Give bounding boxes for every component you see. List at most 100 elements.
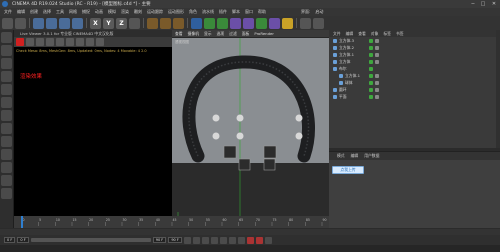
scale-icon[interactable]	[59, 17, 70, 29]
play-icon[interactable]	[210, 236, 218, 244]
tab-edit[interactable]: 编辑	[351, 153, 359, 159]
om-menu-tags[interactable]: 标签	[383, 31, 391, 37]
playhead[interactable]	[21, 216, 23, 228]
visibility-check-icon[interactable]	[369, 66, 373, 71]
stop-icon[interactable]	[36, 38, 44, 46]
minimize-button[interactable]: −	[468, 0, 478, 8]
channel-icon[interactable]	[86, 38, 94, 46]
frame-range-slider[interactable]	[30, 238, 151, 242]
list-item[interactable]: 立方体	[329, 58, 500, 65]
menu-file[interactable]: 文件	[4, 9, 12, 15]
tab-user-data[interactable]: 用户数据	[364, 153, 379, 159]
start-frame-field[interactable]: 0 F	[4, 237, 16, 243]
menu-mograph[interactable]: 运动图形	[168, 9, 184, 15]
visibility-check-icon[interactable]	[369, 73, 373, 78]
polygons-mode-icon[interactable]	[1, 110, 12, 121]
camera-icon[interactable]	[269, 17, 280, 29]
settings-icon[interactable]	[76, 38, 84, 46]
display-mode-icon[interactable]	[300, 17, 311, 29]
menu-create[interactable]: 创建	[30, 9, 38, 15]
points-mode-icon[interactable]	[1, 84, 12, 95]
visibility-check-icon[interactable]	[369, 38, 373, 43]
prev-key-icon[interactable]	[192, 236, 200, 244]
magnet-icon[interactable]	[1, 188, 12, 199]
list-item[interactable]: 圆环	[329, 86, 500, 93]
go-to-start-icon[interactable]	[183, 236, 191, 244]
viewport-menu-filter[interactable]: 过滤	[229, 31, 237, 37]
menu-plugins[interactable]: 插件	[219, 9, 227, 15]
nurbs-icon[interactable]	[217, 17, 228, 29]
redo-icon[interactable]	[15, 17, 26, 29]
rotate-icon[interactable]	[72, 17, 83, 29]
menu-script[interactable]: 脚本	[232, 9, 240, 15]
menu-simulate[interactable]: 模拟	[108, 9, 116, 15]
close-button[interactable]: ✕	[489, 0, 499, 8]
menu-snap[interactable]: 捕捉	[82, 9, 90, 15]
z-axis-button[interactable]: Z	[116, 17, 127, 29]
visibility-check-icon[interactable]	[369, 94, 373, 99]
material-tag-icon[interactable]	[375, 59, 379, 64]
lock-icon[interactable]	[56, 38, 64, 46]
max-frame-field[interactable]: 90 F	[168, 237, 182, 243]
list-item[interactable]: 立方体.2	[329, 44, 500, 51]
timeline[interactable]: 0 5 10 15 20 25 30 35 40 45 50 55 60 65 70 75 80 85 90	[14, 216, 329, 228]
render-picture-viewer-icon[interactable]	[160, 17, 171, 29]
menu-edit[interactable]: 编辑	[17, 9, 25, 15]
menu-tools[interactable]: 工具	[56, 9, 64, 15]
list-item[interactable]: 平面	[329, 93, 500, 100]
sculpt-icon[interactable]	[313, 17, 324, 29]
snap-icon[interactable]	[1, 149, 12, 160]
menu-render[interactable]: 渲染	[121, 9, 129, 15]
object-manager-scrollbar[interactable]	[496, 30, 500, 148]
y-axis-button[interactable]: Y	[103, 17, 114, 29]
spline-pen-icon[interactable]	[204, 17, 215, 29]
array-icon[interactable]	[230, 17, 241, 29]
material-tag-icon[interactable]	[375, 52, 379, 57]
visibility-check-icon[interactable]	[369, 80, 373, 85]
start-render-icon[interactable]	[16, 38, 24, 46]
material-tag-icon[interactable]	[375, 38, 379, 43]
menu-layout-startup[interactable]: 启动	[315, 9, 323, 15]
list-item[interactable]: 布尔	[329, 65, 500, 72]
material-tag-icon[interactable]	[375, 80, 379, 85]
om-menu-view[interactable]: 查看	[358, 31, 366, 37]
axis-mode-icon[interactable]	[1, 123, 12, 134]
region-icon[interactable]	[46, 38, 54, 46]
perspective-viewport[interactable]: 透视视图 网格间距：1000 cm	[172, 38, 329, 228]
om-menu-edit[interactable]: 编辑	[346, 31, 354, 37]
menu-help[interactable]: 帮助	[258, 9, 266, 15]
floor-icon[interactable]	[256, 17, 267, 29]
material-tag-icon[interactable]	[375, 73, 379, 78]
coord-system-icon[interactable]	[129, 17, 140, 29]
viewport-menu-prorender[interactable]: ProRender	[254, 31, 274, 36]
next-frame-icon[interactable]	[219, 236, 227, 244]
list-item[interactable]: 立方体.3	[329, 37, 500, 44]
om-menu-objects[interactable]: 对象	[371, 31, 379, 37]
menu-select[interactable]: 选择	[43, 9, 51, 15]
om-menu-file[interactable]: 文件	[333, 31, 341, 37]
cube-icon[interactable]	[191, 17, 202, 29]
material-tag-icon[interactable]	[375, 45, 379, 50]
visibility-check-icon[interactable]	[369, 87, 373, 92]
texture-mode-icon[interactable]	[1, 58, 12, 69]
solo-icon[interactable]	[1, 175, 12, 186]
menu-animate[interactable]: 动画	[95, 9, 103, 15]
menu-motion-tracker[interactable]: 运动跟踪	[147, 9, 163, 15]
keyframe-selection-icon[interactable]	[264, 236, 272, 244]
tweak-mode-icon[interactable]	[1, 136, 12, 147]
model-mode-icon[interactable]	[1, 45, 12, 56]
list-item[interactable]: 立方体.1	[329, 51, 500, 58]
menu-mesh[interactable]: 网格	[69, 9, 77, 15]
tab-mode[interactable]: 模式	[337, 153, 345, 159]
current-frame-field[interactable]: 0 F	[17, 237, 29, 243]
maximize-button[interactable]: □	[478, 0, 488, 8]
move-icon[interactable]	[46, 17, 57, 29]
auto-key-icon[interactable]	[255, 236, 263, 244]
menu-sculpt[interactable]: 雕刻	[134, 9, 142, 15]
viewport-menu-camera[interactable]: 摄像机	[188, 31, 199, 37]
render-view-icon[interactable]	[147, 17, 158, 29]
material-tag-icon[interactable]	[375, 87, 379, 92]
save-icon[interactable]	[66, 38, 74, 46]
zoom-icon[interactable]	[96, 38, 104, 46]
visibility-check-icon[interactable]	[369, 45, 373, 50]
